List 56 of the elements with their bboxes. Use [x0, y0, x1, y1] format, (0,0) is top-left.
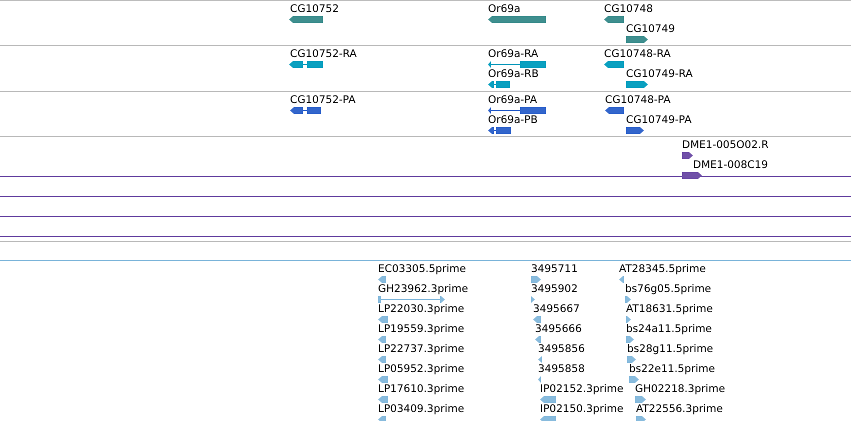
feature-label[interactable]: CG10749-PA [626, 114, 692, 127]
feature-label[interactable]: IP02152.3prime [540, 383, 624, 396]
feature-label[interactable]: LP19559.3prime [378, 323, 464, 336]
feature-glyph[interactable] [488, 127, 511, 134]
feature-label[interactable]: AT18631.5prime [626, 303, 713, 316]
feature-label[interactable]: AT28345.5prime [619, 263, 706, 276]
feature-label[interactable]: Or69a [488, 3, 520, 16]
feature-glyph[interactable] [289, 16, 323, 23]
feature-label[interactable]: CG10749 [626, 23, 675, 36]
feature-glyph[interactable] [290, 107, 321, 114]
feature-label[interactable]: GH02218.3prime [635, 383, 726, 396]
feature-label[interactable]: DME1-005O02.R [682, 139, 769, 152]
feature-label[interactable]: GH23962.3prime [378, 283, 468, 296]
feature-label[interactable]: bs22e11.5prime [629, 363, 715, 376]
feature-glyph[interactable] [604, 16, 624, 23]
feature-glyph[interactable] [289, 61, 323, 68]
feature-glyph[interactable] [488, 107, 546, 114]
feature-label[interactable]: LP03409.3prime [378, 403, 464, 416]
feature-glyph[interactable] [626, 36, 648, 43]
feature-label[interactable]: LP22737.3prime [378, 343, 464, 356]
feature-label[interactable]: bs76g05.5prime [625, 283, 712, 296]
feature-label[interactable]: 3495667 [533, 303, 580, 316]
feature-glyph[interactable] [682, 172, 702, 179]
feature-glyph[interactable] [488, 81, 510, 88]
feature-label[interactable]: CG10752-RA [290, 48, 357, 61]
feature-label[interactable]: 3495858 [538, 363, 585, 376]
feature-glyph[interactable] [604, 61, 624, 68]
feature-label[interactable]: CG10748 [604, 3, 653, 16]
feature-glyph[interactable] [626, 127, 644, 134]
feature-label[interactable]: Or69a-PB [488, 114, 538, 127]
feature-label[interactable]: CG10749-RA [626, 68, 693, 81]
feature-label[interactable]: Or69a-PA [488, 94, 538, 107]
feature-label[interactable]: bs24a11.5prime [626, 323, 712, 336]
feature-label[interactable]: CG10752 [290, 3, 339, 16]
feature-label[interactable]: LP05952.3prime [378, 363, 464, 376]
feature-glyph[interactable] [605, 107, 624, 114]
feature-label[interactable]: Or69a-RB [488, 68, 539, 81]
feature-label[interactable]: IP02150.3prime [540, 403, 624, 416]
feature-label[interactable]: 3495902 [531, 283, 578, 296]
feature-glyph[interactable] [488, 61, 546, 68]
feature-label[interactable]: 3495666 [535, 323, 582, 336]
feature-label[interactable]: Or69a-RA [488, 48, 538, 61]
feature-label[interactable]: LP17610.3prime [378, 383, 464, 396]
feature-label[interactable]: CG10752-PA [290, 94, 356, 107]
feature-label[interactable]: 3495711 [531, 263, 578, 276]
feature-label[interactable]: 3495856 [538, 343, 585, 356]
feature-label[interactable]: LP22030.3prime [378, 303, 464, 316]
feature-label[interactable]: CG10748-RA [604, 48, 671, 61]
feature-label[interactable]: AT22556.3prime [636, 403, 723, 416]
feature-glyph[interactable] [682, 152, 693, 159]
feature-glyph[interactable] [626, 81, 648, 88]
feature-glyph[interactable] [488, 16, 546, 23]
feature-label[interactable]: bs28g11.5prime [627, 343, 714, 356]
feature-label[interactable]: CG10748-PA [605, 94, 671, 107]
feature-label[interactable]: DME1-008C19 [693, 159, 768, 172]
feature-label[interactable]: EC03305.5prime [378, 263, 466, 276]
